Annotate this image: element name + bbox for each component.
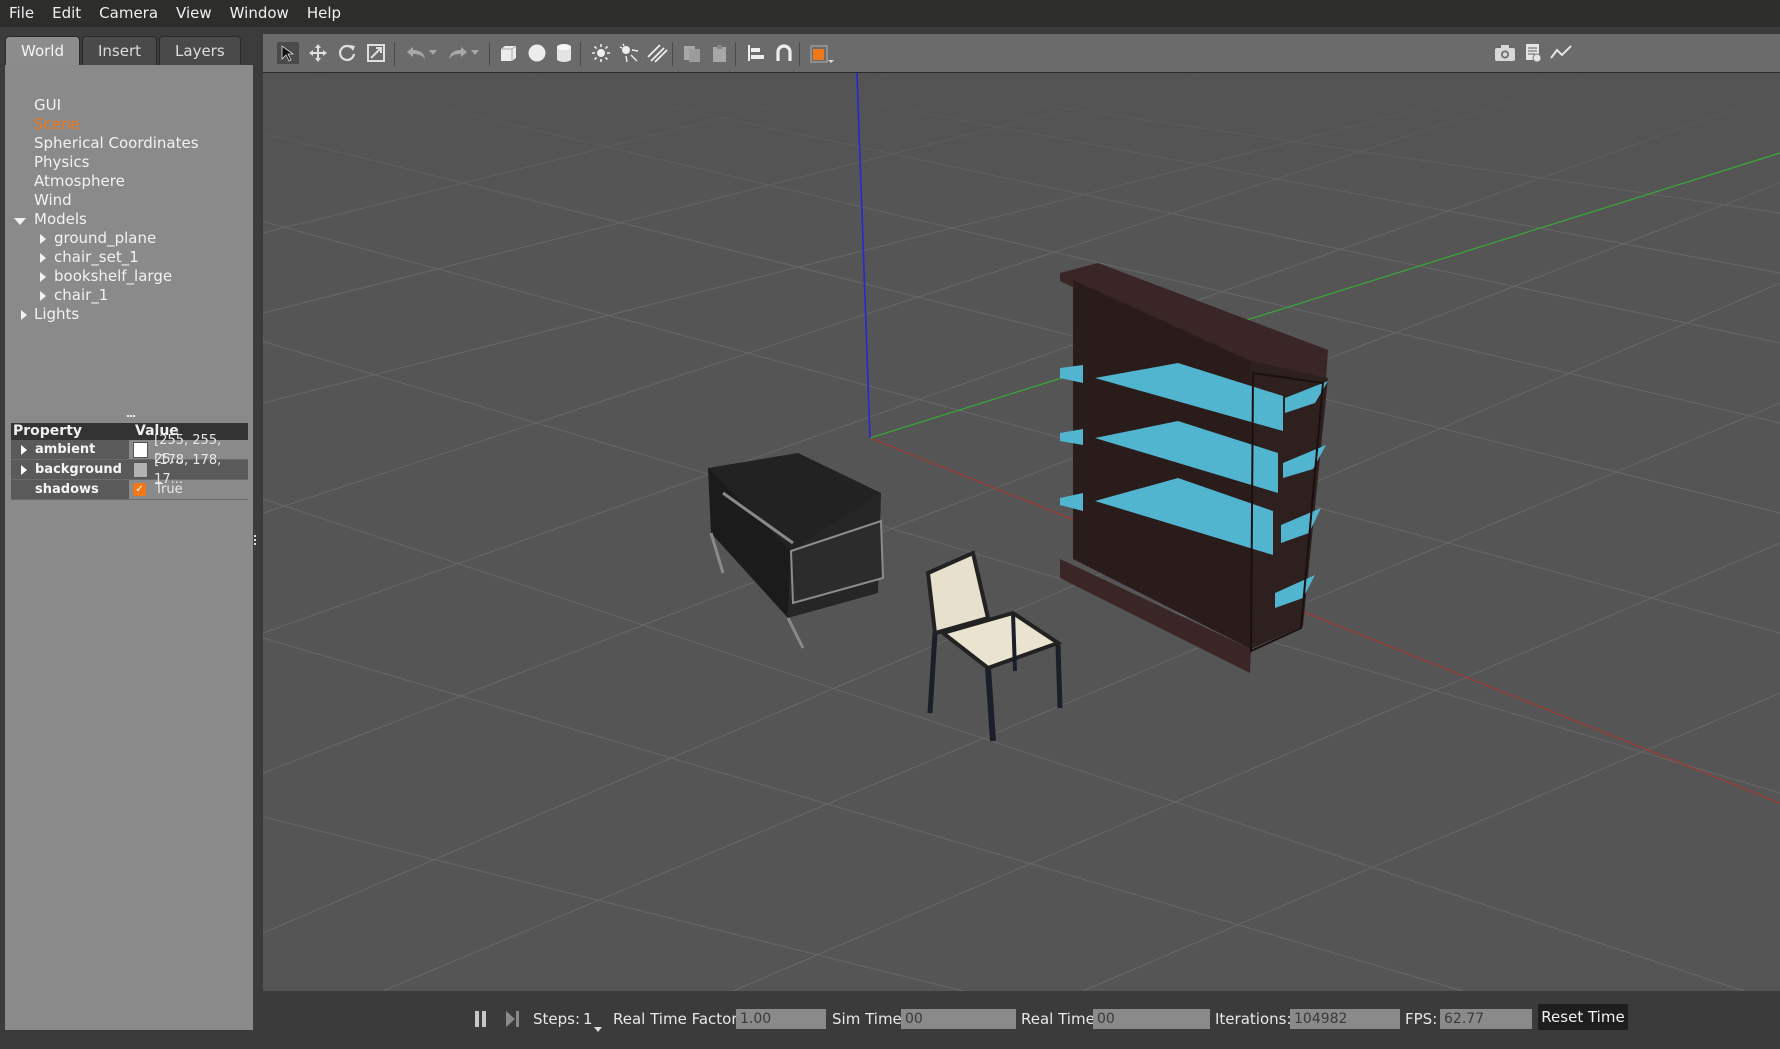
menu-edit[interactable]: Edit <box>43 0 90 27</box>
reset-time-button[interactable]: Reset Time <box>1538 1004 1628 1030</box>
expand-ground-plane-icon[interactable] <box>40 234 46 244</box>
tree-item-models[interactable]: Models <box>34 210 87 229</box>
expand-ambient-icon[interactable] <box>21 445 27 455</box>
expand-chair-set-1-icon[interactable] <box>40 253 46 263</box>
scene-render[interactable] <box>263 73 1780 991</box>
scale-icon[interactable] <box>365 42 387 64</box>
plot-icon[interactable] <box>1550 42 1572 64</box>
toolbar-separator <box>580 42 581 66</box>
menu-camera[interactable]: Camera <box>90 0 167 27</box>
rotate-icon[interactable] <box>336 42 358 64</box>
toolbar-separator <box>672 42 673 66</box>
toolbar-separator <box>799 42 800 66</box>
view-angle-icon[interactable] <box>808 42 836 64</box>
toolbar-separator <box>735 42 736 66</box>
3d-viewport[interactable] <box>263 73 1780 991</box>
menu-bar: File Edit Camera View Window Help <box>0 0 1780 27</box>
steps-dropdown-icon[interactable] <box>594 1019 602 1037</box>
panel-tabs: World Insert Layers <box>5 36 243 65</box>
menu-window[interactable]: Window <box>221 0 298 27</box>
iterations-label: Iterations: <box>1215 1010 1292 1028</box>
tree-item-bookshelf-large[interactable]: bookshelf_large <box>54 267 172 286</box>
tree-item-gui[interactable]: GUI <box>34 96 61 115</box>
undo-icon[interactable] <box>405 42 427 64</box>
color-swatch-ambient[interactable] <box>133 441 149 458</box>
color-swatch-background[interactable] <box>133 461 149 478</box>
log-icon[interactable] <box>1522 42 1544 64</box>
undo-dropdown-icon[interactable] <box>427 42 439 64</box>
directional-light-icon[interactable] <box>646 42 668 64</box>
tree-item-chair-set-1[interactable]: chair_set_1 <box>54 248 139 267</box>
tree-item-ground-plane[interactable]: ground_plane <box>54 229 156 248</box>
property-name-ambient: ambient <box>35 442 96 457</box>
tab-world[interactable]: World <box>5 36 80 65</box>
box-icon[interactable] <box>497 42 519 64</box>
splitter-grip-icon[interactable] <box>254 535 259 545</box>
property-row-background[interactable]: background [178, 178, 17... <box>11 453 248 487</box>
property-name-shadows: shadows <box>35 482 99 497</box>
redo-icon[interactable] <box>447 42 469 64</box>
pane-splitter-handle[interactable] <box>127 415 135 420</box>
cylinder-icon[interactable] <box>553 42 575 64</box>
tree-item-physics[interactable]: Physics <box>34 153 89 172</box>
menu-file[interactable]: File <box>0 0 43 27</box>
property-name-background: background <box>35 462 122 477</box>
fps-value: 62.77 <box>1440 1009 1532 1029</box>
align-icon[interactable] <box>745 42 767 64</box>
toolbar <box>263 34 1780 73</box>
copy-icon[interactable] <box>681 42 703 64</box>
steps-value[interactable]: 1 <box>583 1009 593 1029</box>
tree-item-scene[interactable]: Scene <box>34 115 80 134</box>
expand-lights-icon[interactable] <box>21 310 27 320</box>
step-icon[interactable] <box>505 1010 521 1028</box>
real-time-value: 00 00:01:45.768 <box>1093 1009 1210 1047</box>
tab-insert[interactable]: Insert <box>82 36 158 65</box>
spot-light-icon[interactable] <box>618 42 640 64</box>
redo-dropdown-icon[interactable] <box>469 42 481 64</box>
steps-label: Steps: <box>533 1010 581 1028</box>
sim-time-value: 00 00:01:44.982 <box>901 1009 1016 1047</box>
iterations-value: 104982 <box>1290 1009 1400 1029</box>
sphere-icon[interactable] <box>526 42 548 64</box>
select-icon[interactable] <box>277 42 299 64</box>
toolbar-separator <box>394 42 395 66</box>
paste-icon[interactable] <box>709 42 731 64</box>
header-property: Property <box>13 423 83 439</box>
expand-chair-1-icon[interactable] <box>40 291 46 301</box>
real-time-label: Real Time: <box>1021 1010 1100 1028</box>
tab-layers[interactable]: Layers <box>159 36 241 65</box>
expand-bookshelf-large-icon[interactable] <box>40 272 46 282</box>
tree-item-lights[interactable]: Lights <box>34 305 79 324</box>
expand-background-icon[interactable] <box>21 465 27 475</box>
pause-icon[interactable] <box>474 1010 488 1028</box>
real-time-factor-value: 1.00 <box>736 1009 826 1029</box>
real-time-factor-label: Real Time Factor: <box>613 1010 743 1028</box>
tree-item-atmosphere[interactable]: Atmosphere <box>34 172 125 191</box>
toolbar-separator <box>489 42 490 66</box>
simulation-status-bar: Steps: 1 Real Time Factor: 1.00 Sim Time… <box>263 991 1780 1047</box>
tree-item-chair-1[interactable]: chair_1 <box>54 286 108 305</box>
world-tree-panel: GUI Scene Spherical Coordinates Physics … <box>5 65 253 1030</box>
expand-models-icon[interactable] <box>14 218 26 225</box>
point-light-icon[interactable] <box>590 42 612 64</box>
property-row-shadows[interactable]: shadows ✓ True <box>11 480 248 500</box>
sim-time-label: Sim Time: <box>832 1010 907 1028</box>
fps-label: FPS: <box>1405 1010 1438 1028</box>
property-value-shadows: True <box>155 482 183 497</box>
tree-item-spherical-coordinates[interactable]: Spherical Coordinates <box>34 134 199 153</box>
shadows-checkbox[interactable]: ✓ <box>133 483 146 496</box>
snap-icon[interactable] <box>773 42 795 64</box>
panel-splitter[interactable] <box>253 27 259 1030</box>
menu-view[interactable]: View <box>167 0 221 27</box>
tree-item-wind[interactable]: Wind <box>34 191 72 210</box>
menu-help[interactable]: Help <box>298 0 350 27</box>
property-table: Property Value ambient [255, 255, 25... … <box>11 423 248 500</box>
screenshot-icon[interactable] <box>1494 42 1516 64</box>
left-panel: World Insert Layers GUI Scene Spherical … <box>0 27 259 1030</box>
translate-icon[interactable] <box>307 42 329 64</box>
